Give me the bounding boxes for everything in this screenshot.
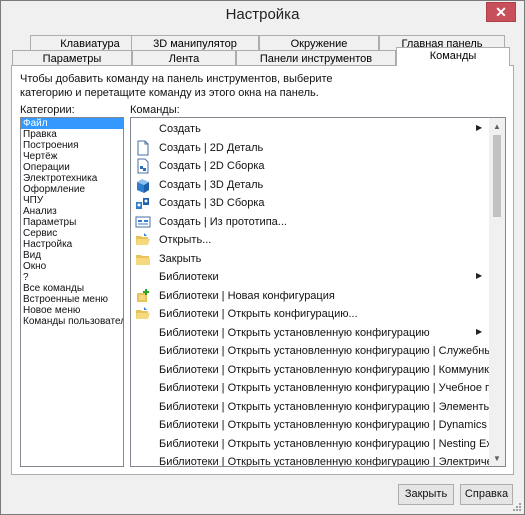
command-item[interactable]: Библиотеки | Открыть установленную конфи…: [131, 324, 489, 342]
help-button[interactable]: Справка: [460, 484, 513, 505]
category-item[interactable]: Встроенные меню: [21, 294, 123, 305]
command-item[interactable]: Библиотеки ▶: [131, 268, 489, 286]
title-bar: Настройка ✕: [1, 1, 524, 31]
category-item[interactable]: Окно: [21, 261, 123, 272]
settings-dialog: Настройка ✕ Клавиатура 3D манипулятор Ок…: [0, 0, 525, 515]
command-label: Библиотеки | Открыть установленную конфи…: [159, 437, 506, 450]
open-folder-icon: [135, 232, 151, 248]
open-folder-icon: [135, 306, 151, 322]
command-label: Создать | 3D Деталь: [159, 178, 264, 191]
command-label: Библиотеки | Открыть установленную конфи…: [159, 382, 506, 394]
category-item[interactable]: Чертёж: [21, 151, 123, 162]
category-item[interactable]: Операции: [21, 162, 123, 173]
command-label: Библиотеки | Открыть установленную конфи…: [159, 326, 430, 339]
category-item[interactable]: Команды пользователя: [21, 316, 123, 327]
command-item[interactable]: Закрыть: [131, 250, 489, 268]
category-item[interactable]: Новое меню: [21, 305, 123, 316]
category-item[interactable]: Параметры: [21, 217, 123, 228]
command-label: Закрыть: [159, 252, 202, 265]
command-label: Библиотеки | Открыть установленную конфи…: [159, 419, 506, 431]
submenu-arrow-icon: ▶: [476, 123, 483, 132]
command-label: Открыть...: [159, 234, 212, 246]
command-item[interactable]: Библиотеки | Открыть установленную конфи…: [131, 342, 498, 360]
close-folder-icon: [135, 251, 151, 267]
command-label: Библиотеки | Открыть установленную конфи…: [159, 345, 499, 357]
command-item[interactable]: Создать | 2D Сборка: [131, 157, 489, 175]
category-item[interactable]: Электротехника: [21, 173, 123, 184]
document-icon: [135, 140, 151, 156]
category-item[interactable]: ЧПУ: [21, 195, 123, 206]
resize-grip-icon[interactable]: [512, 502, 522, 512]
command-item[interactable]: Создать | 3D Сборка: [131, 194, 489, 212]
commands-label: Команды:: [130, 104, 180, 116]
command-item[interactable]: Создать | 2D Деталь: [131, 139, 489, 157]
prototype-icon: [135, 214, 151, 230]
commands-scrollbar[interactable]: ▲ ▼: [489, 118, 505, 466]
scroll-down-icon[interactable]: ▼: [489, 450, 505, 466]
command-item[interactable]: Открыть...: [131, 231, 489, 249]
category-item[interactable]: Все команды: [21, 283, 123, 294]
commands-list[interactable]: Создать ▶ Создать | 2D Деталь Создать | 2D …: [130, 117, 506, 467]
command-label: Библиотеки: [159, 271, 219, 283]
categories-label: Категории:: [20, 104, 75, 116]
command-label: Библиотеки | Новая конфигурация: [159, 289, 335, 302]
command-label: Библиотеки | Открыть установленную конфи…: [159, 363, 506, 376]
command-label: Создать: [159, 123, 201, 135]
category-item[interactable]: ?: [21, 272, 123, 283]
new-config-icon: [135, 288, 151, 304]
command-item[interactable]: Создать | Из прототипа...: [131, 213, 489, 231]
category-item[interactable]: Вид: [21, 250, 123, 261]
close-button[interactable]: Закрыть: [398, 484, 454, 505]
command-label: Библиотеки | Открыть конфигурацию...: [159, 308, 358, 320]
command-item[interactable]: Библиотеки | Открыть конфигурацию...: [131, 305, 489, 323]
command-item[interactable]: Библиотеки | Открыть установленную конфи…: [131, 416, 505, 434]
assembly-2d-icon: [135, 158, 151, 174]
category-item[interactable]: Оформление: [21, 184, 123, 195]
tab-commands[interactable]: Команды: [396, 47, 510, 66]
instructions-text: Чтобы добавить команду на панель инструм…: [20, 73, 333, 99]
command-item[interactable]: Библиотеки | Открыть установленную конфи…: [131, 361, 505, 379]
submenu-arrow-icon: ▶: [476, 271, 483, 280]
command-item[interactable]: Библиотеки | Открыть установленную конфи…: [131, 453, 505, 466]
command-item[interactable]: Библиотеки | Открыть установленную конфи…: [131, 379, 505, 397]
scroll-up-icon[interactable]: ▲: [489, 118, 505, 134]
command-label: Создать | Из прототипа...: [159, 215, 287, 228]
command-label: Создать | 3D Сборка: [159, 197, 265, 209]
command-label: Создать | 2D Сборка: [159, 160, 265, 172]
close-icon[interactable]: ✕: [486, 2, 516, 22]
command-label: Библиотеки | Открыть установленную конфи…: [159, 400, 506, 413]
scroll-thumb[interactable]: [493, 135, 501, 217]
command-item[interactable]: Библиотеки | Открыть установленную конфи…: [131, 398, 505, 416]
assembly-3d-icon: [135, 195, 151, 211]
command-item[interactable]: Создать ▶: [131, 120, 489, 138]
command-item[interactable]: Создать | 3D Деталь: [131, 176, 489, 194]
category-item[interactable]: Файл: [21, 118, 123, 129]
window-title: Настройка: [225, 6, 300, 23]
command-item[interactable]: Библиотеки | Открыть установленную конфи…: [131, 435, 505, 453]
category-item[interactable]: Построения: [21, 140, 123, 151]
category-item[interactable]: Настройка: [21, 239, 123, 250]
command-label: Создать | 2D Деталь: [159, 141, 264, 154]
category-item[interactable]: Сервис: [21, 228, 123, 239]
cube-icon: [135, 177, 151, 193]
categories-list[interactable]: Файл Правка Построения Чертёж Операции Электр…: [20, 117, 124, 467]
submenu-arrow-icon: ▶: [476, 326, 483, 336]
command-label: Библиотеки | Открыть установленную конфи…: [159, 456, 506, 467]
command-item[interactable]: Библиотеки | Новая конфигурация: [131, 287, 489, 305]
category-item[interactable]: Анализ: [21, 206, 123, 217]
category-item[interactable]: Правка: [21, 129, 123, 140]
